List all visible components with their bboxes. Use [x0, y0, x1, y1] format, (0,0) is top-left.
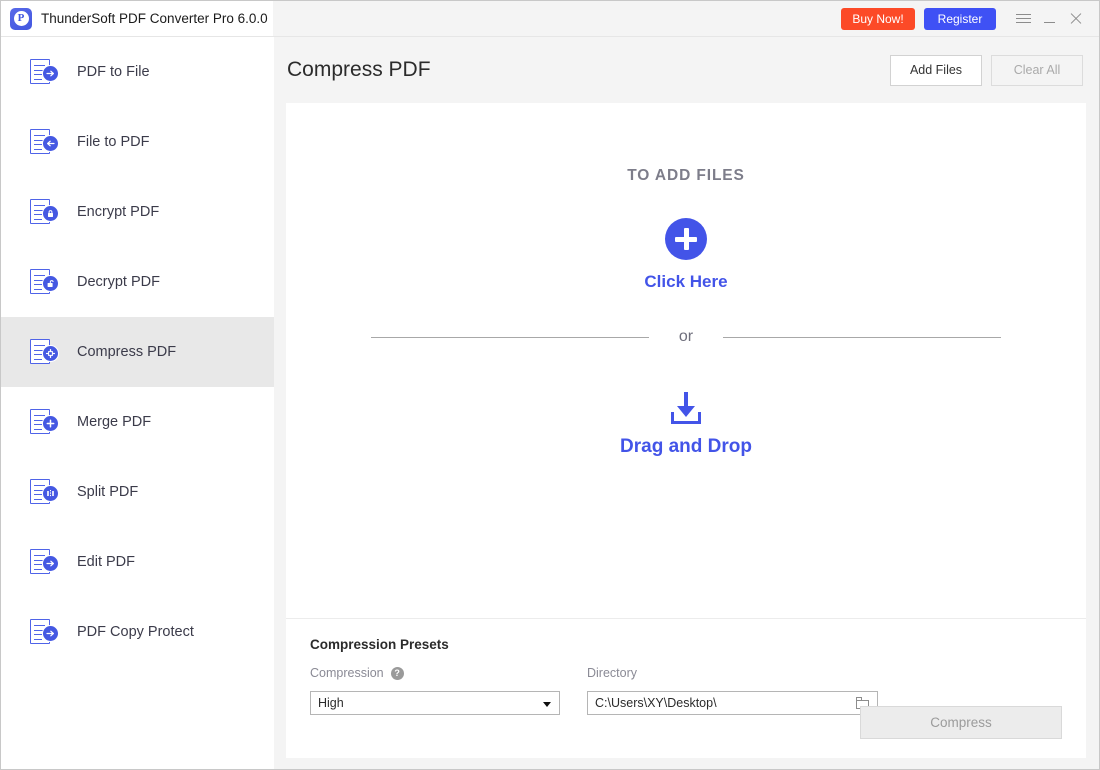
sidebar-item-encrypt-pdf[interactable]: Encrypt PDF	[1, 177, 274, 247]
hamburger-menu-icon[interactable]	[1010, 6, 1036, 32]
title-bar-right: Buy Now! Register	[273, 1, 1099, 36]
encrypt-pdf-icon	[30, 198, 60, 226]
sidebar-item-label: Compress PDF	[77, 344, 177, 360]
compress-pdf-icon	[30, 338, 60, 366]
add-files-button[interactable]: Add Files	[890, 54, 982, 86]
or-label: or	[678, 328, 694, 345]
sidebar-item-label: Decrypt PDF	[77, 274, 160, 290]
compression-label-text: Compression	[310, 666, 384, 680]
divider-line-left	[371, 336, 649, 338]
compression-presets-panel: Compression Presets Compression ? High D…	[286, 619, 1086, 757]
sidebar-item-pdf-copy-protect[interactable]: PDF Copy Protect	[1, 597, 274, 667]
sidebar-item-compress-pdf[interactable]: Compress PDF	[1, 317, 274, 387]
pdf-to-file-icon	[30, 58, 60, 86]
decrypt-pdf-icon	[30, 268, 60, 296]
compression-field: Compression ? High	[310, 664, 560, 715]
merge-pdf-icon	[30, 408, 60, 436]
directory-input-wrapper[interactable]	[587, 691, 878, 715]
or-divider: or	[286, 328, 1086, 346]
file-drop-zone[interactable]: TO ADD FILES Click Here or Drag and Drop	[286, 103, 1086, 619]
sidebar-item-label: Merge PDF	[77, 414, 152, 430]
header-actions: Add Files Clear All	[890, 54, 1083, 86]
directory-label: Directory	[587, 666, 638, 680]
click-here-label[interactable]: Click Here	[644, 272, 727, 292]
edit-pdf-icon	[30, 548, 60, 576]
main-content-area: Compress PDF Add Files Clear All TO ADD …	[274, 36, 1099, 769]
chevron-down-icon	[543, 702, 551, 707]
download-arrow-icon[interactable]	[666, 392, 706, 426]
sidebar-item-pdf-to-file[interactable]: PDF to File	[1, 37, 274, 107]
divider-line-right	[723, 336, 1002, 338]
app-logo-icon: P	[10, 7, 32, 30]
sidebar-item-edit-pdf[interactable]: Edit PDF	[1, 527, 274, 597]
sidebar: PDF to File File to PDF Encrypt PDF Decr…	[1, 36, 274, 769]
file-to-pdf-icon	[30, 128, 60, 156]
sidebar-item-file-to-pdf[interactable]: File to PDF	[1, 107, 274, 177]
pdf-copy-protect-icon	[30, 618, 60, 646]
title-bar-left: P ThunderSoft PDF Converter Pro 6.0.0	[1, 1, 273, 36]
content-card: TO ADD FILES Click Here or Drag and Drop…	[286, 103, 1086, 758]
title-bar: P ThunderSoft PDF Converter Pro 6.0.0 Bu…	[1, 1, 1099, 36]
minimize-icon[interactable]	[1036, 6, 1062, 32]
sidebar-item-label: Encrypt PDF	[77, 204, 160, 220]
directory-input[interactable]	[595, 696, 856, 710]
compression-selected-value: High	[318, 696, 344, 710]
split-pdf-icon	[30, 478, 60, 506]
buy-now-button[interactable]: Buy Now!	[841, 7, 915, 30]
main-header: Compress PDF Add Files Clear All	[274, 37, 1099, 103]
compression-label: Compression ?	[310, 664, 560, 682]
sidebar-item-decrypt-pdf[interactable]: Decrypt PDF	[1, 247, 274, 317]
dropzone-heading: TO ADD FILES	[627, 167, 745, 184]
clear-all-button[interactable]: Clear All	[991, 54, 1083, 86]
directory-field: Directory	[587, 664, 878, 715]
sidebar-item-label: Edit PDF	[77, 554, 136, 570]
page-title: Compress PDF	[287, 58, 431, 81]
question-mark-icon[interactable]: ?	[390, 666, 404, 680]
sidebar-item-label: PDF Copy Protect	[77, 624, 194, 640]
close-icon[interactable]	[1062, 6, 1088, 32]
drag-and-drop-label[interactable]: Drag and Drop	[620, 436, 752, 458]
application-window: P ThunderSoft PDF Converter Pro 6.0.0 Bu…	[0, 0, 1100, 770]
app-title: ThunderSoft PDF Converter Pro 6.0.0	[41, 11, 268, 26]
register-button[interactable]: Register	[924, 7, 996, 30]
sidebar-item-label: PDF to File	[77, 64, 150, 80]
app-logo-letter: P	[17, 12, 25, 24]
sidebar-item-split-pdf[interactable]: Split PDF	[1, 457, 274, 527]
compress-button[interactable]: Compress	[860, 706, 1062, 739]
plus-circle-icon[interactable]	[665, 218, 707, 260]
compression-select[interactable]: High	[310, 691, 560, 715]
sidebar-item-label: Split PDF	[77, 484, 139, 500]
sidebar-item-merge-pdf[interactable]: Merge PDF	[1, 387, 274, 457]
presets-title: Compression Presets	[310, 637, 449, 652]
sidebar-item-label: File to PDF	[77, 134, 150, 150]
